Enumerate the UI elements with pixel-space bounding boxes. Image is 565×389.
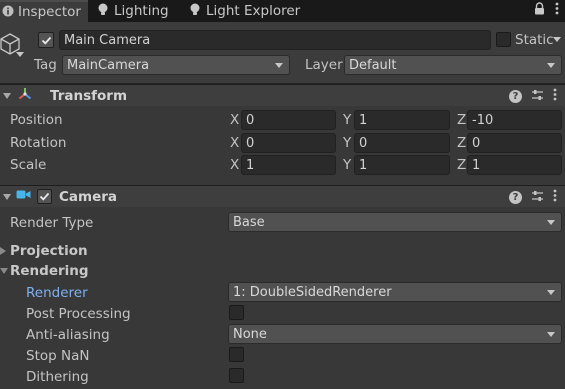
bulb-icon — [190, 3, 200, 19]
render-type-dropdown[interactable]: Base — [228, 212, 562, 232]
axis-x-label: X — [230, 135, 240, 151]
scale-x-field[interactable]: 1 — [241, 155, 336, 175]
info-icon — [2, 5, 14, 20]
renderer-dropdown[interactable]: 1: DoubleSidedRenderer — [228, 282, 562, 302]
antialiasing-value: None — [233, 326, 267, 342]
foldout-arrow-icon[interactable] — [3, 92, 11, 99]
dithering-checkbox[interactable] — [229, 368, 244, 383]
axis-z-label: Z — [457, 135, 467, 151]
axis-z-label: Z — [457, 157, 467, 173]
tab-lighting[interactable]: Lighting — [98, 0, 169, 22]
scale-label: Scale — [10, 157, 47, 173]
object-name-field[interactable]: Main Camera — [59, 30, 491, 50]
tab-inspector-label: Inspector — [18, 4, 81, 20]
help-icon[interactable]: ? — [509, 89, 522, 103]
axis-y-label: Y — [343, 157, 352, 173]
rotation-z-field[interactable]: 0 — [467, 133, 562, 153]
render-type-label: Render Type — [10, 215, 94, 231]
kebab-menu-icon[interactable] — [555, 2, 559, 19]
stop-nan-label: Stop NaN — [26, 348, 90, 364]
post-processing-label: Post Processing — [26, 306, 131, 322]
tab-lighting-label: Lighting — [114, 3, 169, 19]
transform-icon — [18, 87, 32, 105]
position-y-field[interactable]: 1 — [354, 110, 450, 130]
icon-dropdown-arrow-icon[interactable] — [16, 52, 24, 57]
kebab-menu-icon[interactable] — [553, 189, 557, 205]
camera-header-icons: ? — [509, 189, 557, 205]
rotation-x-field[interactable]: 0 — [241, 133, 336, 153]
transform-title: Transform — [50, 87, 128, 104]
camera-enabled-checkbox[interactable] — [37, 189, 52, 204]
tag-dropdown[interactable]: MainCamera — [62, 55, 290, 75]
layer-label: Layer — [305, 57, 343, 73]
help-icon[interactable]: ? — [509, 190, 522, 204]
axis-z-label: Z — [457, 112, 467, 128]
chevron-down-icon — [547, 290, 555, 295]
active-checkbox[interactable] — [38, 32, 54, 48]
transform-header-icons: ? — [509, 88, 557, 104]
rendering-section[interactable]: Rendering — [10, 263, 89, 279]
stop-nan-checkbox[interactable] — [229, 347, 244, 362]
presets-sliders-icon[interactable] — [531, 190, 544, 205]
tab-bar-controls — [534, 2, 559, 19]
render-type-value: Base — [233, 214, 265, 230]
projection-section[interactable]: Projection — [10, 243, 88, 259]
chevron-down-icon — [547, 220, 555, 225]
chevron-down-icon — [547, 63, 555, 68]
gameobject-cube-icon — [0, 32, 22, 55]
tag-label: Tag — [34, 57, 57, 73]
rotation-label: Rotation — [10, 135, 67, 151]
camera-title: Camera — [59, 188, 118, 205]
camera-icon — [16, 189, 31, 204]
dithering-label: Dithering — [26, 369, 89, 385]
tab-light-explorer[interactable]: Light Explorer — [190, 0, 300, 22]
layer-dropdown[interactable]: Default — [344, 55, 562, 75]
tab-light-explorer-label: Light Explorer — [206, 3, 301, 19]
renderer-label: Renderer — [26, 285, 88, 301]
position-x-field[interactable]: 0 — [241, 110, 336, 130]
chevron-down-icon — [547, 332, 555, 337]
static-dropdown-arrow-icon[interactable] — [553, 37, 561, 42]
tab-inspector[interactable]: Inspector — [0, 0, 88, 22]
camera-header[interactable]: Camera ? — [0, 185, 565, 207]
layer-value: Default — [349, 57, 397, 73]
lock-icon[interactable] — [534, 2, 545, 19]
axis-y-label: Y — [343, 135, 352, 151]
kebab-menu-icon[interactable] — [553, 88, 557, 104]
position-z-field[interactable]: -10 — [467, 110, 562, 130]
renderer-value: 1: DoubleSidedRenderer — [233, 284, 392, 300]
static-label: Static — [515, 32, 554, 48]
scale-z-field[interactable]: 1 — [467, 155, 562, 175]
axis-x-label: X — [230, 112, 240, 128]
static-checkbox[interactable] — [496, 32, 511, 47]
antialiasing-dropdown[interactable]: None — [228, 324, 562, 344]
scale-y-field[interactable]: 1 — [354, 155, 450, 175]
foldout-arrow-icon[interactable] — [3, 193, 11, 200]
rotation-y-field[interactable]: 0 — [354, 133, 450, 153]
axis-y-label: Y — [343, 112, 352, 128]
antialiasing-label: Anti-aliasing — [26, 327, 110, 343]
transform-header[interactable]: Transform ? — [0, 84, 565, 106]
chevron-down-icon — [275, 63, 283, 68]
position-label: Position — [10, 112, 63, 128]
post-processing-checkbox[interactable] — [229, 305, 244, 320]
rendering-foldout-arrow-icon[interactable] — [0, 268, 8, 274]
tag-value: MainCamera — [67, 57, 150, 73]
axis-x-label: X — [230, 157, 240, 173]
projection-foldout-arrow-icon[interactable] — [0, 247, 6, 255]
bulb-icon — [98, 3, 108, 19]
presets-sliders-icon[interactable] — [531, 89, 544, 104]
